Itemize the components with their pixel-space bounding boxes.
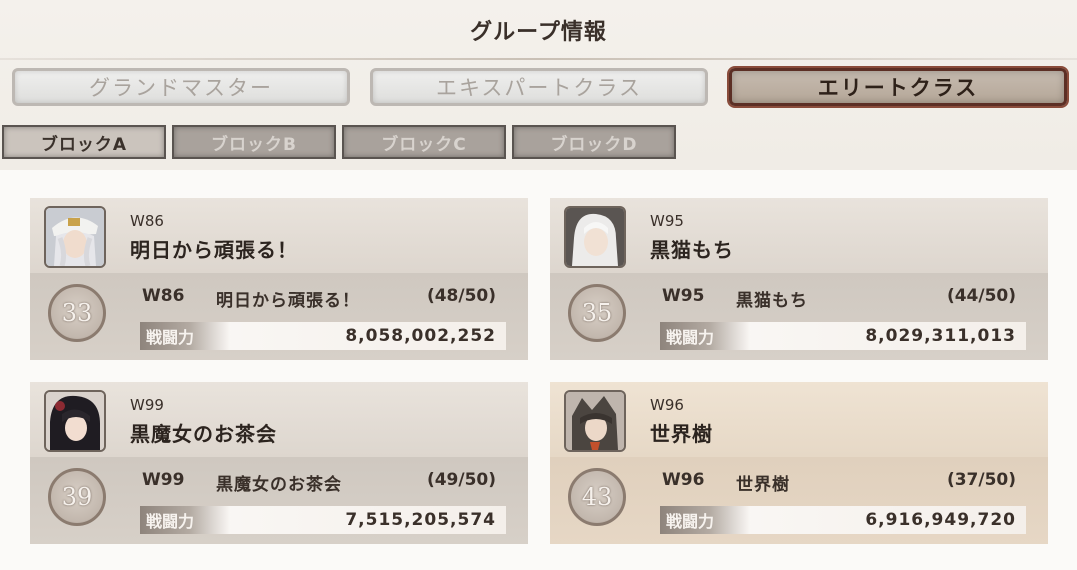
- tab-grandmaster[interactable]: グランドマスター: [12, 68, 350, 106]
- block-c-button[interactable]: ブロックC: [342, 125, 506, 159]
- row-world: W96: [662, 470, 705, 490]
- page-title: グループ情報: [470, 19, 607, 45]
- leader-avatar: [44, 390, 106, 452]
- power-value: 8,058,002,252: [345, 326, 496, 346]
- power-bar: 戦闘力 8,029,311,013: [660, 322, 1026, 350]
- leader-world: W95: [650, 212, 684, 230]
- power-value: 7,515,205,574: [345, 510, 496, 530]
- rank-badge: 35: [568, 284, 626, 342]
- row-guild-name: 黒魔女のお茶会: [216, 475, 342, 495]
- leader-avatar: [44, 206, 106, 268]
- row-guild-name: 世界樹: [736, 475, 790, 495]
- group-card[interactable]: W99 黒魔女のお茶会 39 W99 黒魔女のお茶会 (49/50) 戦闘力 7…: [30, 382, 528, 544]
- guild-name-title: 世界樹: [650, 422, 713, 446]
- row-world: W86: [142, 286, 185, 306]
- tab-elite-class[interactable]: エリートクラス: [729, 68, 1067, 106]
- group-card[interactable]: W86 明日から頑張る！ 33 W86 明日から頑張る！ (48/50) 戦闘力…: [30, 198, 528, 360]
- leader-avatar: [564, 206, 626, 268]
- guild-name-title: 黒猫もち: [650, 238, 734, 262]
- leader-world: W99: [130, 396, 164, 414]
- power-label: 戦闘力: [660, 322, 750, 350]
- row-world: W99: [142, 470, 185, 490]
- leader-world: W86: [130, 212, 164, 230]
- rank-badge: 39: [48, 468, 106, 526]
- member-count: (44/50): [946, 286, 1016, 306]
- rank-badge: 33: [48, 284, 106, 342]
- guild-name-title: 黒魔女のお茶会: [130, 422, 277, 446]
- row-guild-name: 明日から頑張る！: [216, 291, 360, 311]
- power-label: 戦闘力: [140, 506, 230, 534]
- block-d-button[interactable]: ブロックD: [512, 125, 676, 159]
- power-bar: 戦闘力 6,916,949,720: [660, 506, 1026, 534]
- title-divider: [0, 58, 1077, 60]
- power-label: 戦闘力: [660, 506, 750, 534]
- row-world: W95: [662, 286, 705, 306]
- guild-name-title: 明日から頑張る！: [130, 238, 298, 262]
- power-bar: 戦闘力 8,058,002,252: [140, 322, 506, 350]
- power-label: 戦闘力: [140, 322, 230, 350]
- row-guild-name: 黒猫もち: [736, 291, 808, 311]
- power-bar: 戦闘力 7,515,205,574: [140, 506, 506, 534]
- tab-expert-class[interactable]: エキスパートクラス: [370, 68, 708, 106]
- rank-badge: 43: [568, 468, 626, 526]
- member-count: (49/50): [426, 470, 496, 490]
- block-a-button[interactable]: ブロックA: [2, 125, 166, 159]
- power-value: 8,029,311,013: [865, 326, 1016, 346]
- group-card-highlighted[interactable]: W96 世界樹 43 W96 世界樹 (37/50) 戦闘力 6,916,949…: [550, 382, 1048, 544]
- member-count: (48/50): [426, 286, 496, 306]
- group-card[interactable]: W95 黒猫もち 35 W95 黒猫もち (44/50) 戦闘力 8,029,3…: [550, 198, 1048, 360]
- power-value: 6,916,949,720: [865, 510, 1016, 530]
- leader-avatar: [564, 390, 626, 452]
- member-count: (37/50): [946, 470, 1016, 490]
- block-b-button[interactable]: ブロックB: [172, 125, 336, 159]
- group-list-panel: W86 明日から頑張る！ 33 W86 明日から頑張る！ (48/50) 戦闘力…: [0, 170, 1077, 570]
- leader-world: W96: [650, 396, 684, 414]
